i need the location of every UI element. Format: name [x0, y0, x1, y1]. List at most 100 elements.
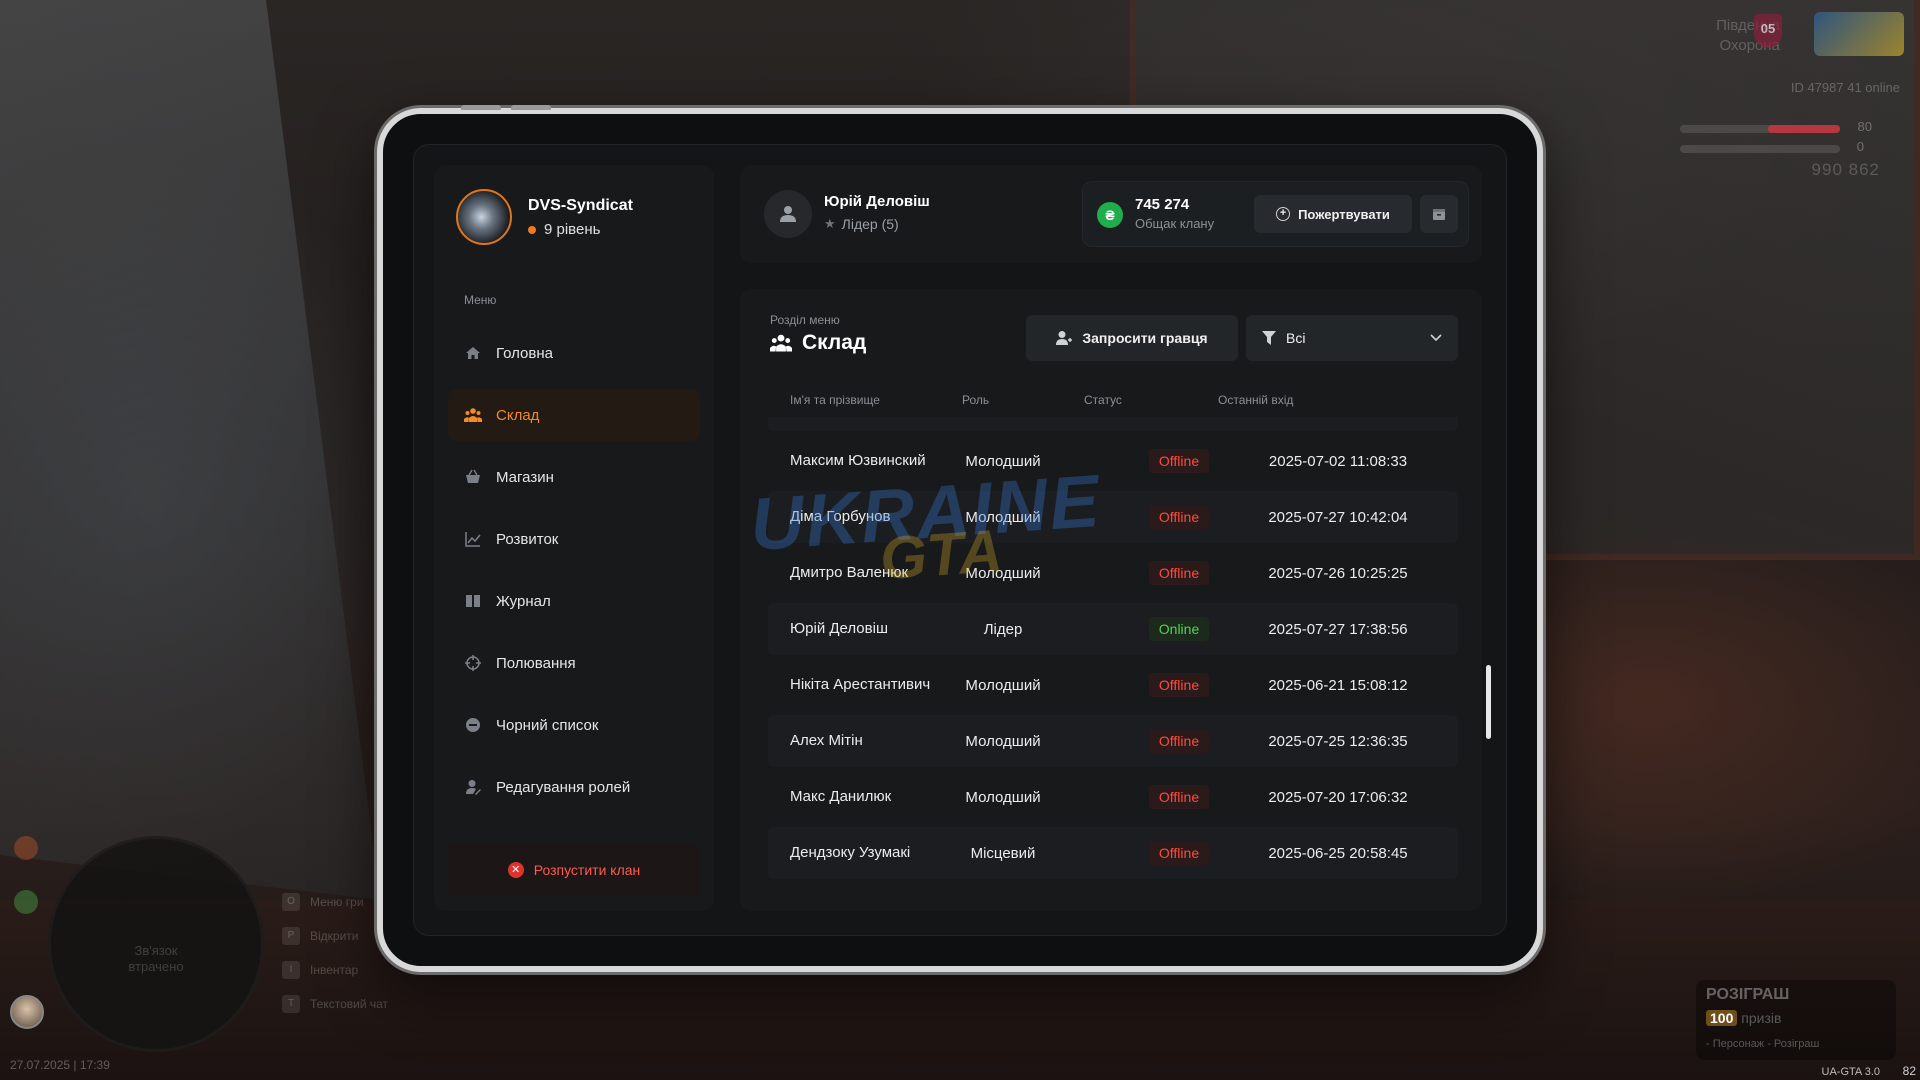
giveaway-title: РОЗІГРАШ: [1706, 986, 1790, 1003]
members-panel: Розділ меню Склад Запросити гравця Всі І…: [740, 289, 1482, 911]
home-icon: [464, 344, 482, 362]
user-icon: [780, 206, 796, 222]
table-row[interactable]: Максим Юзвинский Молодший Offline 2025-07-0…: [768, 435, 1458, 487]
sidebar-item-shop[interactable]: Магазин: [448, 451, 700, 503]
sidebar-menu: Головна Склад Магазин Розвиток Журнал По…: [448, 327, 700, 823]
safe-button[interactable]: [1420, 195, 1458, 233]
table-scrollbar[interactable]: [1486, 665, 1491, 739]
status-badge: Online: [1143, 603, 1215, 655]
table-row[interactable]: Алех Мітін Молодший Offline 2025-07-25 12:3…: [768, 715, 1458, 767]
member-last-login: 2025-07-27 17:38:56: [1268, 620, 1408, 638]
column-name: Ім'я та прізвище: [790, 393, 880, 407]
stamina-icon: [14, 890, 38, 914]
sidebar-item-members[interactable]: Склад: [448, 389, 700, 441]
hud-stats: ID 47987 41 online: [1790, 80, 1900, 95]
user-edit-icon: [464, 778, 482, 796]
game-version: UA-GTA 3.0: [1821, 1066, 1880, 1078]
star-icon: ★: [824, 216, 836, 231]
user-add-icon: [1056, 331, 1073, 345]
tablet-frame: DVS-Syndicat 9 рівень Меню Головна Склад…: [377, 105, 1543, 972]
member-last-login: 2025-06-21 15:08:12: [1268, 676, 1408, 694]
table-row[interactable]: Діма Горбунов Молодший Offline 2025-07-27 1…: [768, 491, 1458, 543]
invite-player-label: Запросити гравця: [1082, 330, 1208, 346]
hud-badge: 05: [1754, 14, 1782, 48]
sidebar-item-label: Головна: [496, 344, 553, 362]
status-badge: Offline: [1143, 659, 1215, 711]
minimap-status: Зв'язок втрачено: [128, 943, 184, 974]
filter-icon: [1262, 331, 1276, 345]
table-row[interactable]: Нікіта Арестантивич Молодший Offline 2025-0…: [768, 659, 1458, 711]
status-filter-select[interactable]: Всі: [1246, 315, 1458, 361]
armor-bar: [1680, 145, 1840, 153]
member-role: Молодший: [965, 788, 1041, 806]
member-last-login: 2025-07-27 10:42:04: [1268, 508, 1408, 526]
menu-label: Меню: [464, 293, 497, 307]
page-title: Склад: [770, 331, 866, 355]
block-icon: [464, 716, 482, 734]
status-badge: Offline: [1143, 491, 1215, 543]
column-last-login: Останній вхід: [1218, 393, 1294, 407]
member-role: Молодший: [965, 564, 1041, 582]
key-hints: O Меню гри P Відкрити I Інвентар T Текстовий…: [282, 885, 388, 1021]
table-row[interactable]: Дендзоку Узумакі Місцевий Offline 2025-06-2…: [768, 827, 1458, 879]
plus-circle-icon: +: [1276, 207, 1291, 221]
disband-clan-button[interactable]: ✕ Розпустити клан: [448, 844, 700, 896]
member-role: Молодший: [965, 676, 1041, 694]
hint-row: P Відкрити: [282, 919, 388, 953]
sidebar-item-development[interactable]: Розвиток: [448, 513, 700, 565]
status-badge: Offline: [1143, 827, 1215, 879]
users-icon: [464, 406, 482, 424]
background-wall: [0, 0, 380, 900]
disband-clan-label: Розпустити клан: [533, 862, 641, 878]
column-role: Роль: [962, 393, 990, 407]
sidebar: DVS-Syndicat 9 рівень Меню Головна Склад…: [434, 165, 714, 911]
table-header: Ім'я та прізвище Роль Статус Останній вх…: [740, 393, 1482, 413]
minimap: Зв'язок втрачено: [48, 836, 264, 1052]
invite-player-button[interactable]: Запросити гравця: [1026, 315, 1238, 361]
status-badge: Offline: [1143, 435, 1215, 487]
member-role: Молодший: [965, 732, 1041, 750]
sidebar-item-label: Склад: [496, 406, 540, 424]
sidebar-item-label: Магазин: [496, 468, 554, 486]
member-role: Лідер: [983, 620, 1023, 638]
members-table[interactable]: Льоха БуминМолодшийOnline2025-07-27 17:3…: [740, 417, 1482, 911]
donate-button[interactable]: + Пожертвувати: [1254, 195, 1412, 233]
fps-counter: 82: [1902, 1064, 1916, 1078]
sidebar-item-hunting[interactable]: Полювання: [448, 637, 700, 689]
table-row[interactable]: Льоха БуминМолодшийOnline2025-07-27 17:3…: [768, 417, 1458, 431]
clan-avatar: [456, 189, 512, 245]
tablet-button: [511, 105, 551, 110]
sidebar-item-label: Журнал: [496, 592, 551, 610]
level-dot-icon: [528, 225, 536, 234]
user-role: ★ Лідер (5): [824, 216, 899, 232]
member-last-login: 2025-07-27 17:30:30: [1238, 417, 1438, 431]
sidebar-item-blacklist[interactable]: Чорний список: [448, 699, 700, 751]
table-row[interactable]: Дмитро Валенюк Молодший Offline 2025-07-26 …: [768, 547, 1458, 599]
hryvnia-icon: ₴: [1097, 202, 1123, 228]
member-last-login: 2025-07-02 11:08:33: [1268, 452, 1408, 470]
member-last-login: 2025-07-26 10:25:25: [1268, 564, 1408, 582]
chevron-down-icon: [1430, 334, 1442, 342]
clan-level: 9 рівень: [528, 221, 600, 238]
giveaway-subtitle: 100 призів: [1706, 1010, 1781, 1026]
sidebar-item-home[interactable]: Головна: [448, 327, 700, 379]
member-last-login: 2025-07-25 12:36:35: [1268, 732, 1408, 750]
sidebar-item-edit-roles[interactable]: Редагування ролей: [448, 761, 700, 813]
member-role: Місцевий: [970, 844, 1036, 862]
section-label: Розділ меню: [770, 313, 840, 327]
crosshair-icon: [464, 654, 482, 672]
member-last-login: 2025-06-25 20:58:45: [1268, 844, 1408, 862]
table-row[interactable]: Макс Данилюк Молодший Offline 2025-07-20 17…: [768, 771, 1458, 823]
filter-value: Всі: [1286, 330, 1306, 346]
hint-row: I Інвентар: [282, 953, 388, 987]
tablet-screen: DVS-Syndicat 9 рівень Меню Головна Склад…: [413, 144, 1507, 936]
table-row[interactable]: Юрій Деловіш Лідер Online 2025-07-27 17:38:…: [768, 603, 1458, 655]
treasury-label: Общак клану: [1135, 216, 1215, 231]
giveaway-banner[interactable]: РОЗІГРАШ 100 призів - Персонаж - Розігра…: [1696, 980, 1896, 1060]
armor-value: 0: [1856, 139, 1864, 154]
tablet-button: [461, 105, 501, 110]
treasury-amount: 745 274: [1135, 196, 1190, 213]
sidebar-item-journal[interactable]: Журнал: [448, 575, 700, 627]
close-icon: ✕: [507, 862, 524, 878]
member-last-login: 2025-07-20 17:06:32: [1268, 788, 1408, 806]
